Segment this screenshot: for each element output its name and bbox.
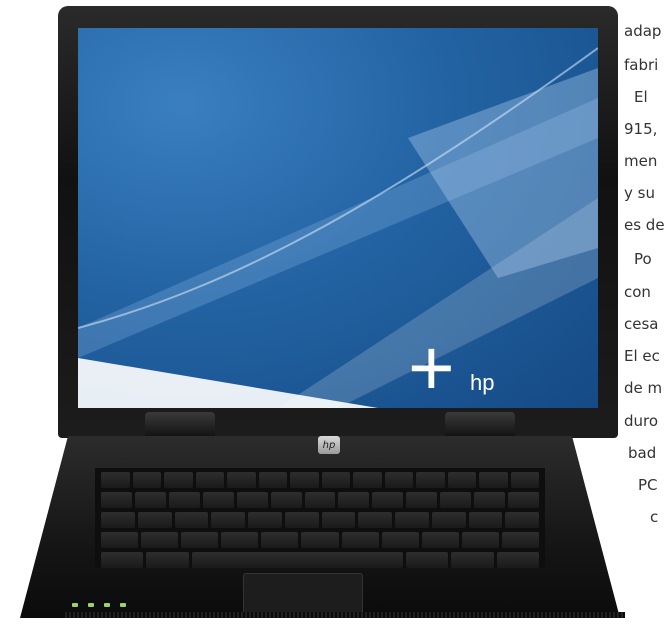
article-text-line: cesa	[624, 315, 659, 333]
status-led	[104, 603, 110, 607]
status-led	[88, 603, 94, 607]
article-text-line: Po	[634, 250, 652, 268]
article-text-line: adap	[624, 22, 662, 40]
key	[461, 532, 499, 548]
key	[321, 472, 350, 488]
article-text-line: men	[624, 152, 658, 170]
key	[479, 472, 508, 488]
article-text-line: 915,	[624, 120, 658, 138]
spacebar	[191, 552, 404, 568]
key	[395, 512, 429, 528]
keyboard-row	[101, 532, 540, 548]
key	[321, 512, 356, 528]
article-text-line: bad	[628, 444, 657, 462]
keyboard-row	[101, 492, 539, 508]
article-text-line: El ec	[624, 347, 660, 365]
key	[384, 472, 413, 488]
key	[447, 472, 476, 488]
key	[101, 532, 139, 548]
key	[421, 532, 459, 548]
key	[236, 492, 268, 508]
article-text-line: PC	[638, 476, 658, 494]
key	[258, 472, 287, 488]
key	[304, 492, 336, 508]
key	[510, 472, 539, 488]
article-text-column: adap fabri El 915, men y su es de Po con…	[624, 0, 664, 627]
keyboard-row	[101, 472, 539, 488]
laptop-screen: + hp	[78, 28, 598, 408]
key	[261, 532, 299, 548]
key	[221, 532, 259, 548]
wallpaper-graphic	[78, 47, 598, 408]
keyboard-row	[101, 552, 539, 568]
status-led	[72, 603, 78, 607]
key	[168, 492, 200, 508]
key	[451, 552, 494, 568]
key	[416, 472, 445, 488]
key	[341, 532, 379, 548]
key	[301, 532, 339, 548]
key	[284, 512, 319, 528]
key	[101, 472, 130, 488]
key	[381, 532, 419, 548]
key	[134, 492, 166, 508]
status-led	[120, 603, 126, 607]
left-hinge	[145, 412, 215, 440]
key	[431, 512, 466, 528]
key	[195, 472, 224, 488]
key	[137, 512, 172, 528]
key	[202, 492, 234, 508]
hp-wordmark: hp	[470, 370, 495, 395]
article-text-line: El	[634, 88, 648, 106]
hp-plus-symbol: +	[408, 323, 455, 408]
key	[164, 472, 193, 488]
article-text-line: fabri	[624, 56, 659, 74]
key	[496, 552, 539, 568]
wallpaper-panel	[408, 68, 598, 278]
key	[174, 512, 209, 528]
right-hinge	[445, 412, 515, 440]
article-text-line: duro	[624, 412, 659, 430]
key	[474, 492, 506, 508]
key	[440, 492, 472, 508]
status-leds	[72, 603, 126, 607]
key	[406, 552, 449, 568]
key	[181, 532, 219, 548]
article-text-line: y su	[624, 184, 655, 202]
key	[505, 512, 539, 528]
speaker-grille	[65, 612, 625, 618]
key	[501, 532, 540, 548]
keyboard-row	[101, 512, 539, 528]
key	[372, 492, 404, 508]
key	[101, 492, 132, 508]
laptop: + hp hp	[10, 6, 625, 618]
key	[468, 512, 503, 528]
keyboard	[95, 468, 545, 568]
key	[248, 512, 282, 528]
key	[132, 472, 161, 488]
hp-wallpaper-logo: + hp	[408, 328, 494, 408]
key	[146, 552, 189, 568]
key	[508, 492, 539, 508]
key	[406, 492, 438, 508]
key	[338, 492, 370, 508]
key	[353, 472, 382, 488]
key	[211, 512, 245, 528]
key	[290, 472, 319, 488]
article-text-line: c	[650, 508, 659, 526]
article-text-line: de m	[624, 379, 663, 397]
key	[270, 492, 302, 508]
key	[101, 552, 144, 568]
article-text-line: con	[624, 283, 651, 301]
key	[227, 472, 256, 488]
key	[101, 512, 135, 528]
touchpad	[243, 573, 363, 615]
key	[358, 512, 392, 528]
key	[141, 532, 179, 548]
hp-logo-badge: hp	[318, 436, 340, 454]
article-text-line: es de	[624, 216, 664, 234]
